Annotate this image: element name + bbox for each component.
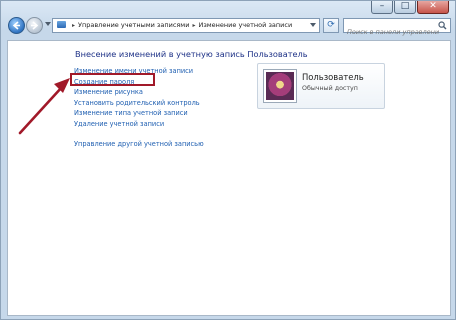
folder-icon: [57, 21, 66, 28]
back-button[interactable]: [8, 17, 25, 34]
user-name: Пользователь: [302, 72, 364, 82]
breadcrumb-accounts[interactable]: Управление учетными записями: [78, 21, 189, 29]
minimize-button[interactable]: –: [371, 1, 393, 14]
caption-buttons: – □ ✕: [371, 1, 449, 14]
user-avatar-icon: [266, 72, 294, 100]
address-bar[interactable]: ▸ Управление учетными записями ▸ Изменение …: [52, 18, 320, 33]
control-panel-window: – □ ✕ ▸ Управление учетными записями ▸ Изме…: [0, 0, 456, 320]
back-arrow-icon: [12, 21, 20, 30]
address-dropdown[interactable]: [310, 23, 316, 27]
forward-button[interactable]: [26, 17, 43, 34]
annotation-arrow: [18, 78, 70, 135]
breadcrumb-separator: ▸: [192, 22, 196, 29]
search-icon[interactable]: [438, 21, 447, 30]
breadcrumb-separator: ▸: [72, 22, 76, 29]
user-card: Пользователь Обычный доступ: [257, 63, 385, 109]
content-pane: Внесение изменений в учетную запись Поль…: [7, 40, 451, 316]
refresh-button[interactable]: ⟳: [323, 18, 339, 33]
maximize-button[interactable]: □: [394, 1, 416, 14]
breadcrumb-change-account[interactable]: Изменение учетной записи: [198, 21, 292, 29]
refresh-icon: ⟳: [327, 20, 335, 30]
user-role: Обычный доступ: [302, 85, 358, 92]
search-box[interactable]: [343, 18, 451, 39]
navigation-toolbar: ▸ Управление учетными записями ▸ Изменение …: [5, 17, 451, 39]
avatar: [263, 69, 297, 103]
search-input[interactable]: [344, 25, 439, 39]
recent-pages-dropdown[interactable]: [45, 22, 51, 26]
close-button[interactable]: ✕: [417, 1, 449, 14]
forward-arrow-icon: [31, 21, 39, 30]
